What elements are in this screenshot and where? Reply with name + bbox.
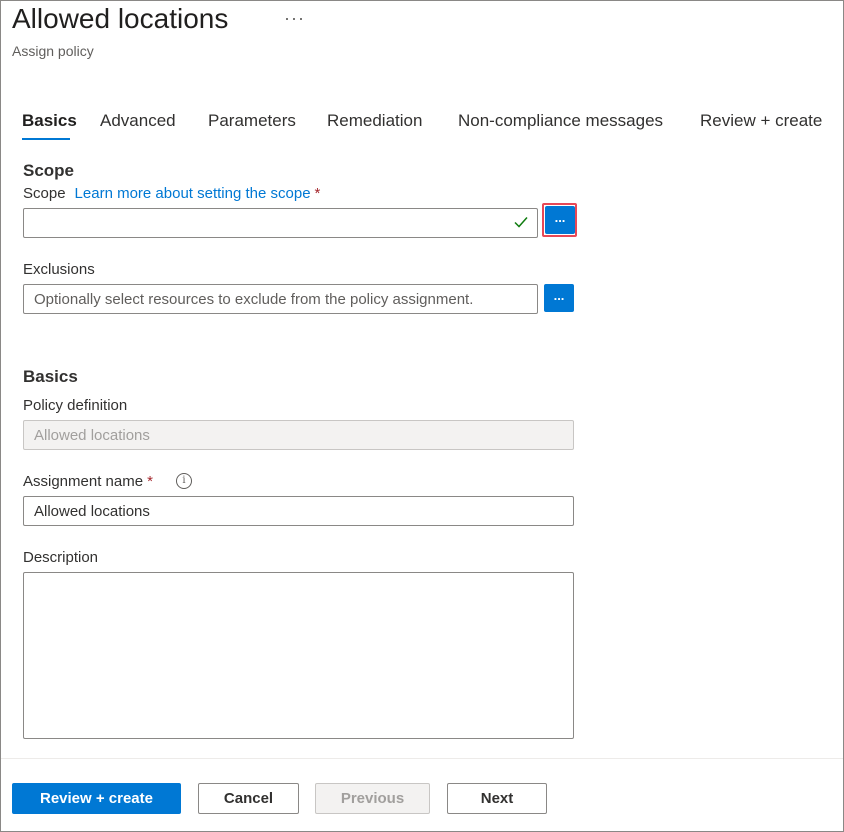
tab-basics[interactable]: Basics — [22, 111, 77, 131]
tab-advanced[interactable]: Advanced — [100, 111, 176, 131]
learn-more-scope-link[interactable]: Learn more about setting the scope — [75, 185, 311, 202]
tab-remediation[interactable]: Remediation — [327, 111, 422, 131]
tab-non-compliance-messages[interactable]: Non-compliance messages — [458, 111, 663, 131]
policy-definition-label: Policy definition — [23, 397, 128, 414]
assign-policy-panel: Allowed locations ··· Assign policy Basi… — [0, 0, 844, 832]
assignment-name-label: Assignment name — [23, 473, 144, 490]
required-indicator: * — [147, 473, 153, 490]
more-icon[interactable]: ··· — [284, 8, 305, 29]
checkmark-icon — [514, 217, 528, 228]
previous-button: Previous — [315, 783, 430, 814]
scope-input[interactable] — [23, 208, 538, 238]
scope-label: Scope — [23, 185, 66, 202]
next-button[interactable]: Next — [447, 783, 547, 814]
page-subtitle: Assign policy — [12, 43, 94, 59]
exclusions-browse-button[interactable]: ... — [544, 284, 574, 312]
cancel-button[interactable]: Cancel — [198, 783, 299, 814]
highlight-box — [542, 203, 577, 237]
exclusions-input[interactable]: Optionally select resources to exclude f… — [23, 284, 538, 314]
info-icon[interactable]: i — [176, 473, 192, 489]
page-title: Allowed locations — [12, 3, 229, 34]
exclusions-label: Exclusions — [23, 261, 95, 278]
required-indicator: * — [314, 185, 321, 202]
footer-divider — [1, 758, 843, 759]
basics-heading: Basics — [23, 367, 78, 386]
scope-heading: Scope — [23, 161, 75, 180]
tab-parameters[interactable]: Parameters — [208, 111, 296, 131]
policy-definition-field: Allowed locations — [23, 420, 574, 450]
description-label: Description — [23, 549, 99, 566]
assignment-name-input[interactable]: Allowed locations — [23, 496, 574, 526]
wizard-tabs: Basics Advanced Parameters Remediation N… — [1, 111, 844, 141]
scope-label-row: Scope Learn more about setting the scope * — [23, 185, 320, 202]
active-tab-indicator — [22, 138, 70, 140]
review-create-button[interactable]: Review + create — [12, 783, 181, 814]
tab-review-create[interactable]: Review + create — [700, 111, 822, 131]
description-textarea[interactable] — [23, 572, 574, 739]
assignment-name-label-row: Assignment name * — [23, 473, 153, 490]
